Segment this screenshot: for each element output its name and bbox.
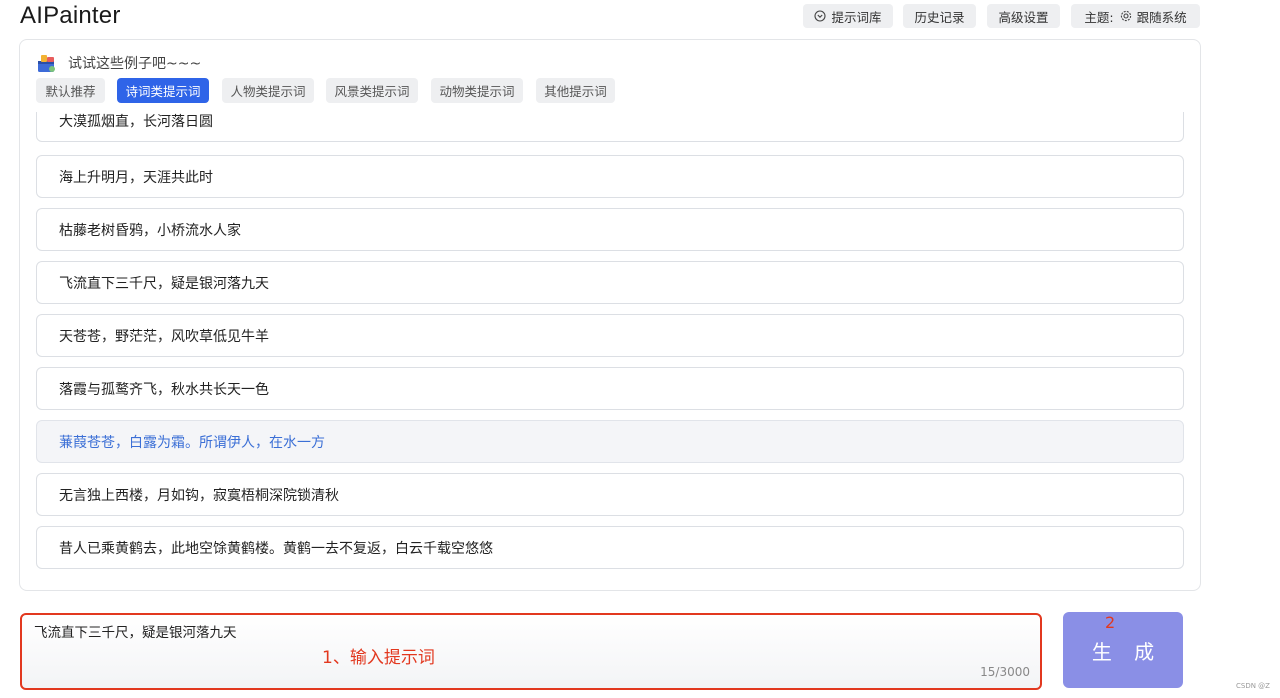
theme-prefix: 主题: [1084, 9, 1114, 25]
prompt-list[interactable]: 大漠孤烟直，长河落日圆 海上升明月，天涯共此时 枯藤老树昏鸦，小桥流水人家 飞流… [20, 112, 1200, 590]
tab-people[interactable]: 人物类提示词 [222, 78, 314, 103]
advanced-settings-button[interactable]: 高级设置 [987, 4, 1060, 28]
char-counter: 15/3000 [980, 665, 1030, 679]
gear-icon [1120, 10, 1132, 22]
annotation-generate-step: 2 [1105, 613, 1116, 632]
tab-default[interactable]: 默认推荐 [36, 78, 105, 103]
tab-scenery[interactable]: 风景类提示词 [326, 78, 418, 103]
prompt-library-label: 提示词库 [831, 9, 882, 25]
prompt-item[interactable]: 昔人已乘黄鹤去，此地空馀黄鹤楼。黄鹤一去不复返，白云千载空悠悠 [36, 526, 1184, 569]
circle-chevron-icon [814, 10, 827, 22]
app-title: AIPainter [20, 2, 121, 29]
advanced-settings-label: 高级设置 [998, 9, 1049, 25]
theme-selector[interactable]: 主题: 跟随系统 [1071, 4, 1200, 28]
annotation-input-step: 1、输入提示词 [322, 648, 435, 668]
prompt-library-button[interactable]: 提示词库 [803, 4, 893, 28]
toolbox-icon [36, 52, 58, 74]
history-button[interactable]: 历史记录 [903, 4, 976, 28]
theme-value: 跟随系统 [1136, 9, 1187, 25]
prompt-item-hovered[interactable]: 蒹葭苍苍，白露为霜。所谓伊人，在水一方 [36, 420, 1184, 463]
prompt-item[interactable]: 海上升明月，天涯共此时 [36, 155, 1184, 198]
tab-animals[interactable]: 动物类提示词 [431, 78, 523, 103]
prompt-item[interactable]: 落霞与孤鹜齐飞，秋水共长天一色 [36, 367, 1184, 410]
prompt-input-value[interactable]: 飞流直下三千尺，疑是银河落九天 [34, 621, 237, 641]
examples-panel: 试试这些例子吧~~~ 默认推荐 诗词类提示词 人物类提示词 风景类提示词 动物类… [19, 39, 1201, 591]
examples-hint-text: 试试这些例子吧~~~ [68, 56, 202, 72]
history-label: 历史记录 [914, 9, 965, 25]
watermark: CSDN @Z [1236, 682, 1270, 690]
prompt-item[interactable]: 飞流直下三千尺，疑是银河落九天 [36, 261, 1184, 304]
generate-button[interactable]: 生 成 [1063, 612, 1183, 688]
prompt-item[interactable]: 枯藤老树昏鸦，小桥流水人家 [36, 208, 1184, 251]
prompt-item[interactable]: 无言独上西楼，月如钩，寂寞梧桐深院锁清秋 [36, 473, 1184, 516]
prompt-input[interactable]: 飞流直下三千尺，疑是银河落九天 1、输入提示词 15/3000 [20, 613, 1042, 690]
tab-poetry[interactable]: 诗词类提示词 [117, 78, 209, 103]
prompt-item[interactable]: 天苍苍，野茫茫，风吹草低见牛羊 [36, 314, 1184, 357]
tab-other[interactable]: 其他提示词 [536, 78, 615, 103]
prompt-item[interactable]: 大漠孤烟直，长河落日圆 [36, 112, 1184, 142]
examples-hint: 试试这些例子吧~~~ [36, 52, 201, 74]
